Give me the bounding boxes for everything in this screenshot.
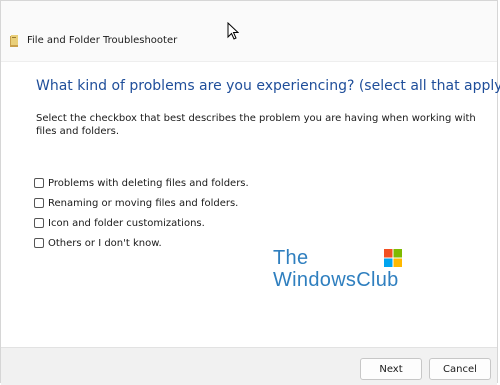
option-label: Renaming or moving files and folders.	[48, 197, 239, 209]
option-label: Icon and folder customizations.	[48, 217, 205, 229]
title-bar: File and Folder Troubleshooter	[1, 1, 497, 62]
checkbox-deleting[interactable]	[34, 178, 44, 188]
option-other[interactable]: Others or I don't know.	[34, 233, 249, 253]
option-customizations[interactable]: Icon and folder customizations.	[34, 213, 249, 233]
troubleshooter-window: File and Folder Troubleshooter What kind…	[0, 0, 500, 385]
page-heading: What kind of problems are you experienci…	[36, 78, 500, 94]
option-deleting[interactable]: Problems with deleting files and folders…	[34, 173, 249, 193]
window-title: File and Folder Troubleshooter	[27, 35, 178, 46]
watermark-line2: WindowsClub	[273, 269, 399, 291]
option-label: Problems with deleting files and folders…	[48, 177, 249, 189]
checkbox-other[interactable]	[34, 238, 44, 248]
windows-logo-icon	[384, 249, 402, 267]
watermark-logo: The WindowsClub	[273, 247, 399, 291]
option-renaming[interactable]: Renaming or moving files and folders.	[34, 193, 249, 213]
next-button[interactable]: Next	[360, 358, 422, 380]
checkbox-renaming[interactable]	[34, 198, 44, 208]
watermark-line1: The	[273, 247, 309, 269]
checkbox-customizations[interactable]	[34, 218, 44, 228]
mouse-cursor-icon	[227, 22, 239, 40]
cancel-button[interactable]: Cancel	[429, 358, 491, 380]
button-bar: Next Cancel	[1, 347, 497, 385]
problem-options: Problems with deleting files and folders…	[34, 173, 249, 253]
folder-tool-icon	[10, 35, 18, 47]
option-label: Others or I don't know.	[48, 237, 162, 249]
instructions-text: Select the checkbox that best describes …	[36, 113, 476, 137]
